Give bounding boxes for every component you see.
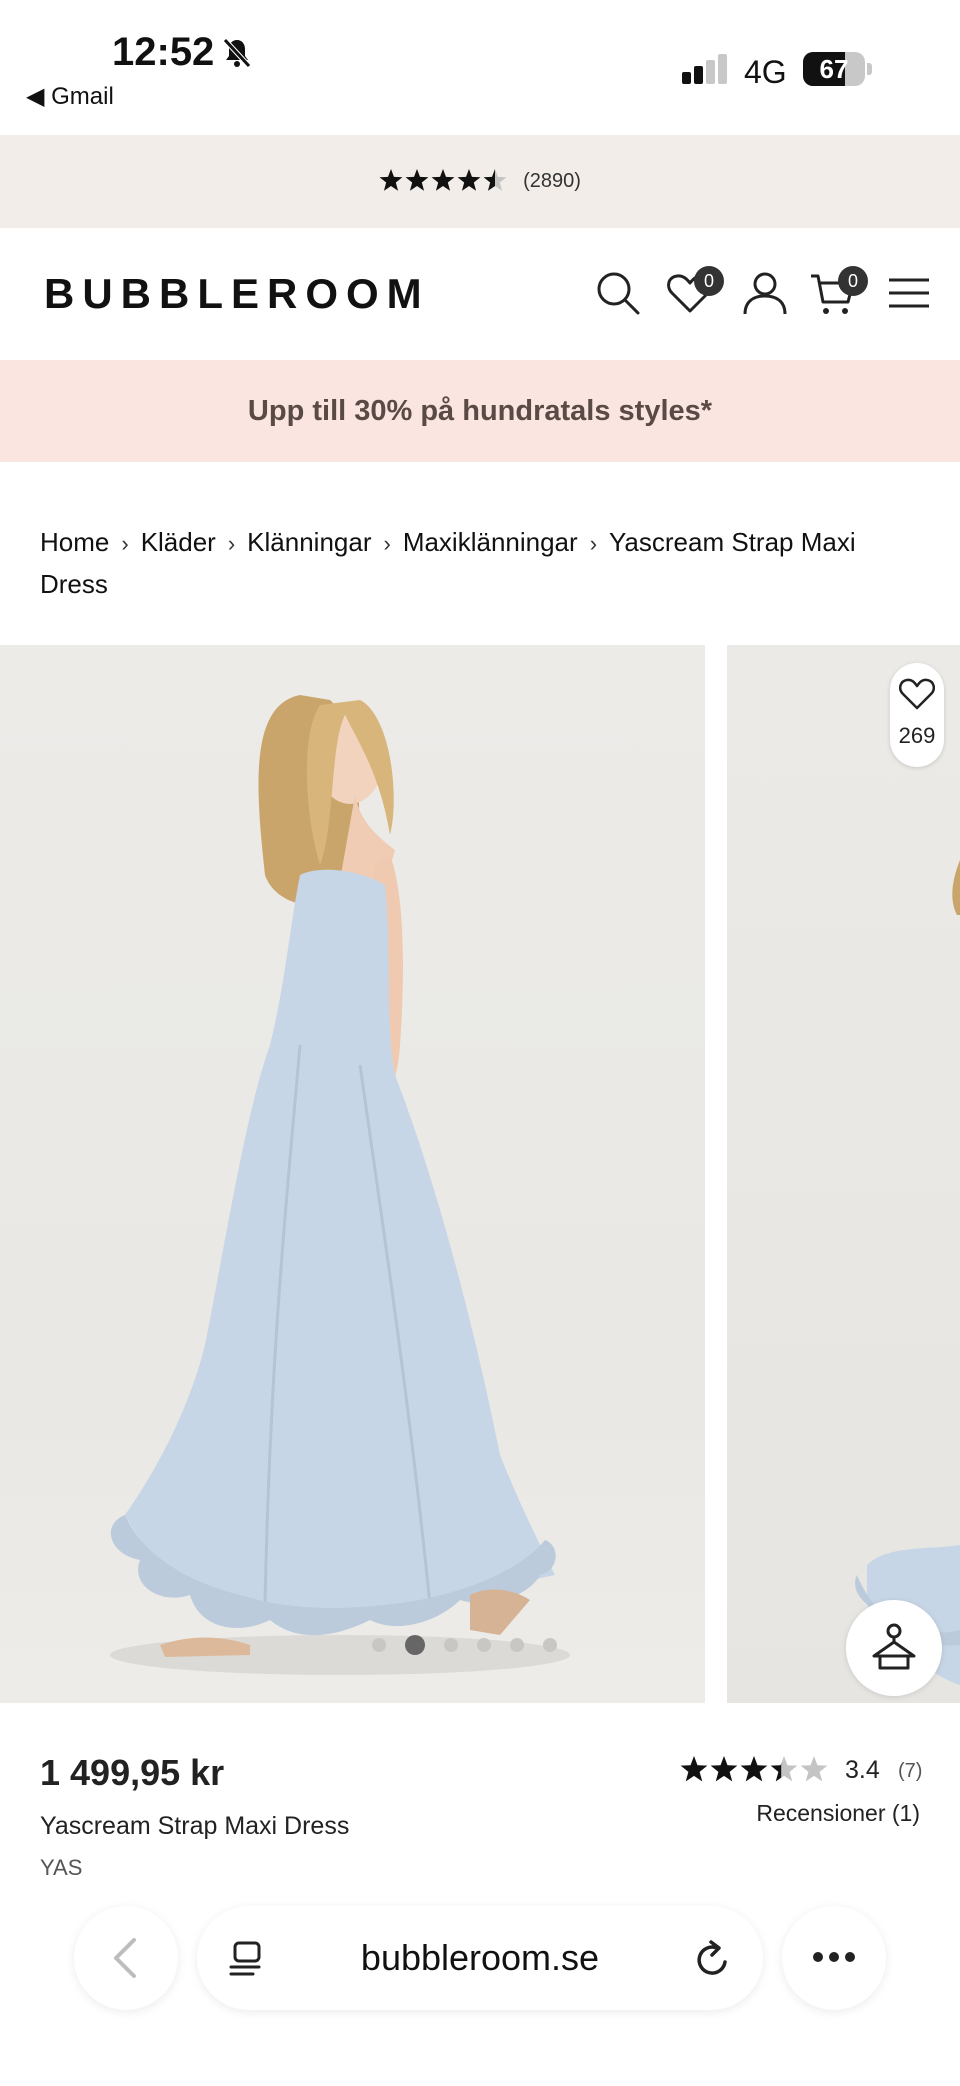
reviews-link[interactable]: Recensioner (1) xyxy=(756,1800,920,1827)
status-time: 12:52 xyxy=(112,30,215,74)
gallery-dot[interactable] xyxy=(543,1638,557,1652)
star-filled xyxy=(740,1756,768,1782)
model-in-dress-photo-next xyxy=(855,860,960,1685)
product-price: 1 499,95 kr xyxy=(40,1752,225,1793)
chevron-left-icon xyxy=(114,1938,136,1978)
star-filled xyxy=(379,168,403,191)
try-on-hanger-button[interactable] xyxy=(846,1600,942,1696)
network-type: 4G xyxy=(744,54,787,90)
bubbleroom-logo[interactable]: BUBBLEROOM xyxy=(44,270,430,318)
star-filled xyxy=(405,168,429,191)
breadcrumb: Home › Kläder › Klänningar › Maxiklänningar › Ya… xyxy=(40,527,856,599)
promo-banner[interactable]: Upp till 30% på hundratals styles* xyxy=(0,360,960,462)
battery-icon: 67 xyxy=(803,52,873,86)
wishlist-count-badge: 0 xyxy=(694,266,724,296)
trust-rating-count: (2890) xyxy=(523,170,581,192)
search-icon[interactable] xyxy=(593,268,643,318)
gallery-dot[interactable] xyxy=(405,1635,425,1655)
signal-icon xyxy=(682,54,727,84)
product-brand[interactable]: YAS xyxy=(40,1855,82,1875)
hanger-icon xyxy=(872,1623,916,1670)
browser-back-button[interactable] xyxy=(74,1906,178,2010)
account-icon[interactable] xyxy=(740,268,790,318)
battery-level: 67 xyxy=(819,54,849,84)
menu-icon[interactable] xyxy=(884,268,934,318)
breadcrumb-klader[interactable]: Kläder xyxy=(141,527,216,557)
product-rating-count: (7) xyxy=(898,1760,923,1782)
gallery-dot[interactable] xyxy=(477,1638,491,1652)
reload-icon[interactable] xyxy=(693,1938,733,1980)
cart-count-badge: 0 xyxy=(838,266,868,296)
product-rating-value: 3.4 xyxy=(845,1756,880,1784)
star-filled xyxy=(431,168,455,191)
address-bar[interactable]: bubbleroom.se xyxy=(197,1906,763,2010)
gallery-pagination[interactable] xyxy=(372,1635,557,1655)
gallery-dot[interactable] xyxy=(444,1638,458,1652)
heart-icon xyxy=(899,678,935,710)
browser-more-button[interactable] xyxy=(782,1906,886,2010)
product-image-gallery[interactable]: 269 xyxy=(0,645,960,1703)
ellipsis-icon xyxy=(813,1952,855,1962)
site-header: BUBBLEROOM 0 0 xyxy=(0,228,960,360)
bell-muted-icon xyxy=(223,38,251,68)
breadcrumb-maxiklanningar[interactable]: Maxiklänningar xyxy=(403,527,578,557)
star-filled xyxy=(680,1756,708,1782)
product-rating-stars-icon[interactable] xyxy=(680,1755,830,1785)
product-name: Yascream Strap Maxi Dress xyxy=(40,1812,350,1840)
url-text: bubbleroom.se xyxy=(360,1937,600,1978)
model-in-dress-photo xyxy=(110,695,570,1675)
favorite-count: 269 xyxy=(898,723,936,748)
product-image-next[interactable] xyxy=(727,645,960,1703)
status-bar: 12:52 ◀ Gmail 4G 67 xyxy=(0,0,960,135)
back-to-gmail-link[interactable]: ◀ Gmail xyxy=(26,82,114,111)
breadcrumb-klanningar[interactable]: Klänningar xyxy=(247,527,371,557)
promo-text: Upp till 30% på hundratals styles* xyxy=(247,394,713,427)
favorite-button[interactable]: 269 xyxy=(890,663,944,767)
star-filled xyxy=(457,168,481,191)
gallery-dot[interactable] xyxy=(510,1638,524,1652)
breadcrumb-home[interactable]: Home xyxy=(40,527,109,557)
rating-stars-icon xyxy=(379,168,507,191)
trust-rating-banner[interactable]: (2890) xyxy=(0,135,960,228)
star-empty xyxy=(800,1756,828,1782)
product-image-main[interactable] xyxy=(0,645,705,1703)
star-filled xyxy=(710,1756,738,1782)
gallery-dot[interactable] xyxy=(372,1638,386,1652)
